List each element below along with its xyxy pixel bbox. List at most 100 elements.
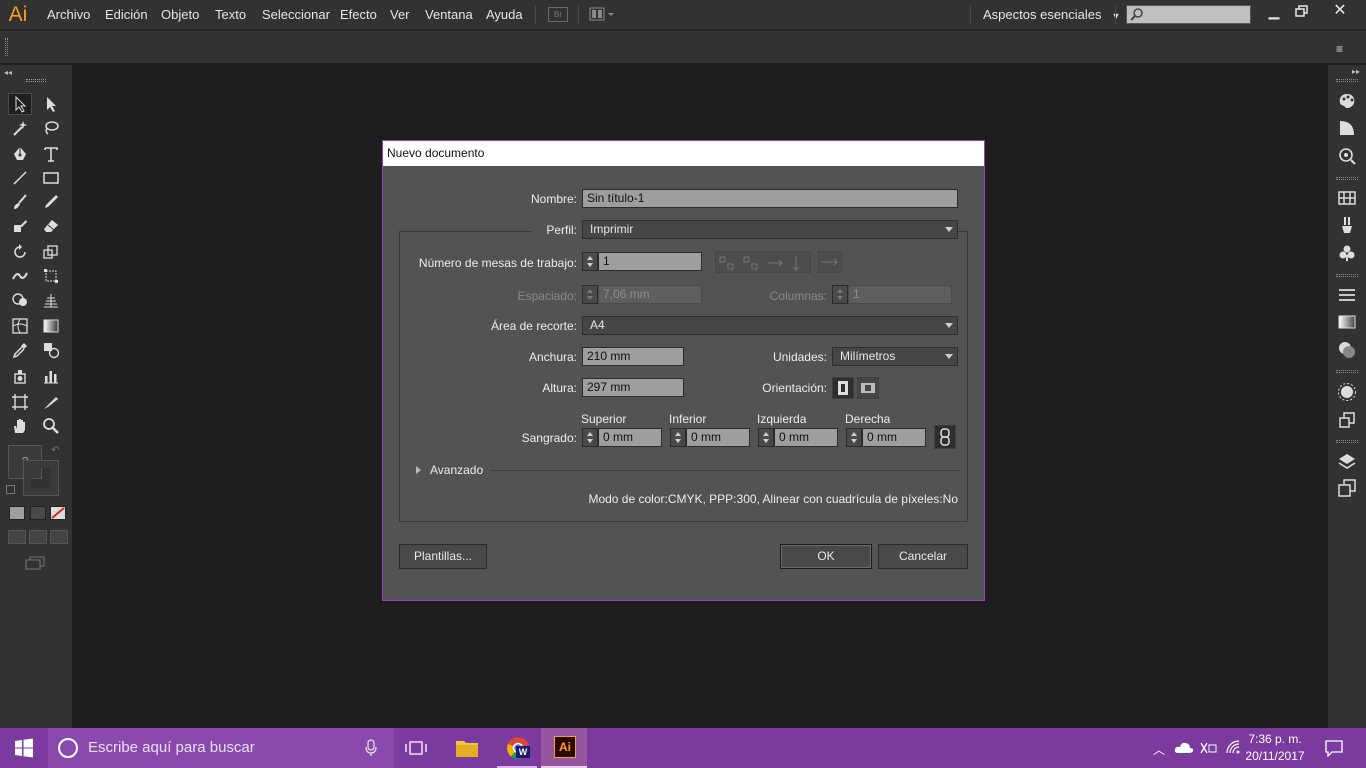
expand-triangle-icon[interactable] (416, 466, 421, 474)
direct-selection-tool-icon[interactable] (39, 93, 63, 115)
rectangle-tool-icon[interactable] (39, 167, 63, 189)
expand-panels-icon[interactable]: ▸▸ (1352, 67, 1360, 76)
paintbrush-tool-icon[interactable] (8, 191, 32, 213)
magic-wand-tool-icon[interactable] (8, 117, 32, 139)
pen-tool-icon[interactable] (8, 143, 32, 165)
area-recorte-dropdown[interactable]: A4 (582, 316, 958, 335)
gradient-mode-icon[interactable] (30, 506, 46, 520)
gradient-panel-icon[interactable] (1337, 312, 1357, 332)
control-bar-grip[interactable] (5, 38, 8, 56)
mesh-tool-icon[interactable] (8, 315, 32, 337)
layers-panel-icon[interactable] (1337, 451, 1357, 471)
mesas-stepper[interactable] (582, 252, 598, 271)
avanzado-label[interactable]: Avanzado (430, 463, 483, 477)
eyedropper-tool-icon[interactable] (8, 339, 32, 361)
onedrive-cloud-icon[interactable] (1174, 740, 1194, 754)
draw-inside-icon[interactable] (50, 530, 68, 544)
izquierda-input[interactable]: 0 mm (774, 428, 838, 447)
color-guide-icon[interactable] (1337, 118, 1357, 138)
panel-group-grip[interactable] (1336, 274, 1358, 277)
workspace-switcher[interactable]: Aspectos esenciales▼ (983, 0, 1120, 30)
columnas-stepper[interactable] (832, 285, 848, 304)
bridge-button[interactable]: Br (548, 7, 568, 22)
perspective-grid-tool-icon[interactable] (39, 289, 63, 311)
derecha-stepper[interactable] (846, 428, 862, 447)
column-graph-tool-icon[interactable] (39, 365, 63, 387)
none-mode-icon[interactable] (50, 506, 66, 520)
nombre-input[interactable]: Sin título-1 (582, 189, 958, 208)
screen-mode-icon[interactable] (24, 556, 46, 570)
tools-panel-grip[interactable] (26, 79, 46, 82)
color-mode-icon[interactable] (9, 506, 25, 520)
arrange-documents-button[interactable] (589, 7, 617, 22)
collapse-arrows-icon[interactable]: ◂◂ (4, 68, 12, 77)
mesas-input[interactable]: 1 (598, 252, 702, 271)
line-segment-tool-icon[interactable] (8, 167, 32, 189)
inferior-input[interactable]: 0 mm (686, 428, 750, 447)
menu-ayuda[interactable]: Ayuda (486, 0, 523, 30)
cancel-button[interactable]: Cancelar (878, 544, 968, 569)
graphic-styles-icon[interactable] (1337, 410, 1357, 430)
inferior-stepper[interactable] (670, 428, 686, 447)
close-icon[interactable]: ✕ (1326, 2, 1354, 20)
menu-objeto[interactable]: Objeto (161, 0, 199, 30)
menu-seleccionar[interactable]: Seleccionar (262, 0, 330, 30)
file-explorer-icon[interactable] (455, 736, 479, 760)
arrange-direction-icon[interactable] (818, 251, 842, 273)
shape-builder-tool-icon[interactable] (8, 289, 32, 311)
scale-tool-icon[interactable] (39, 241, 63, 263)
espaciado-input[interactable]: 7,06 mm (598, 285, 702, 304)
menu-texto[interactable]: Texto (215, 0, 246, 30)
unidades-dropdown[interactable]: Milímetros (832, 347, 958, 366)
restore-icon[interactable] (1290, 2, 1314, 20)
menu-ver[interactable]: Ver (390, 0, 410, 30)
blend-tool-icon[interactable] (39, 339, 63, 361)
color-themes-icon[interactable] (1337, 146, 1357, 166)
color-panel-icon[interactable] (1337, 91, 1357, 111)
altura-input[interactable]: 297 mm (582, 378, 684, 397)
superior-stepper[interactable] (582, 428, 598, 447)
appearance-panel-icon[interactable] (1337, 382, 1357, 402)
width-tool-icon[interactable] (8, 265, 32, 287)
rotate-tool-icon[interactable] (8, 241, 32, 263)
swatches-icon[interactable] (1337, 188, 1357, 208)
plantillas-button[interactable]: Plantillas... (399, 544, 487, 569)
gradient-tool-icon[interactable] (39, 315, 63, 337)
panel-group-grip[interactable] (1336, 440, 1358, 443)
lasso-tool-icon[interactable] (39, 117, 63, 139)
hand-tool-icon[interactable] (8, 415, 32, 437)
eraser-tool-icon[interactable] (39, 215, 63, 237)
columnas-input[interactable]: 1 (848, 285, 952, 304)
draw-normal-icon[interactable] (8, 530, 26, 544)
slice-tool-icon[interactable] (39, 391, 63, 413)
derecha-input[interactable]: 0 mm (862, 428, 926, 447)
perfil-dropdown[interactable]: Imprimir (582, 220, 958, 239)
artboards-panel-icon[interactable] (1337, 478, 1357, 498)
show-hidden-icons-chevron-icon[interactable]: ︿ (1153, 741, 1165, 758)
menu-archivo[interactable]: Archivo (47, 0, 90, 30)
symbol-sprayer-tool-icon[interactable] (8, 365, 32, 387)
superior-input[interactable]: 0 mm (598, 428, 662, 447)
menu-efecto[interactable]: Efecto (340, 0, 377, 30)
zoom-tool-icon[interactable] (39, 415, 63, 437)
draw-behind-icon[interactable] (29, 530, 47, 544)
link-bleed-icon[interactable] (934, 425, 956, 449)
artboard-layout-buttons[interactable] (715, 251, 811, 273)
taskbar-clock[interactable]: 7:36 p. m. 20/11/2017 (1240, 731, 1310, 765)
brushes-icon[interactable] (1337, 215, 1357, 235)
stroke-swatch[interactable] (23, 460, 59, 496)
keyboard-input-icon[interactable] (1199, 740, 1217, 756)
shaper-tool-icon[interactable] (8, 215, 32, 237)
default-colors-icon[interactable] (6, 485, 15, 494)
free-transform-tool-icon[interactable] (39, 265, 63, 287)
notifications-icon[interactable] (1324, 739, 1344, 758)
wifi-icon[interactable] (1225, 739, 1241, 755)
symbols-icon[interactable] (1337, 243, 1357, 263)
espaciado-stepper[interactable] (582, 285, 598, 304)
menu-ventana[interactable]: Ventana (425, 0, 473, 30)
anchura-input[interactable]: 210 mm (582, 347, 684, 366)
panel-menu-icon[interactable]: ≡ (1336, 42, 1343, 56)
minimize-icon[interactable]: ▁ (1262, 2, 1286, 20)
pencil-tool-icon[interactable] (39, 191, 63, 213)
panel-group-grip[interactable] (1336, 79, 1358, 82)
